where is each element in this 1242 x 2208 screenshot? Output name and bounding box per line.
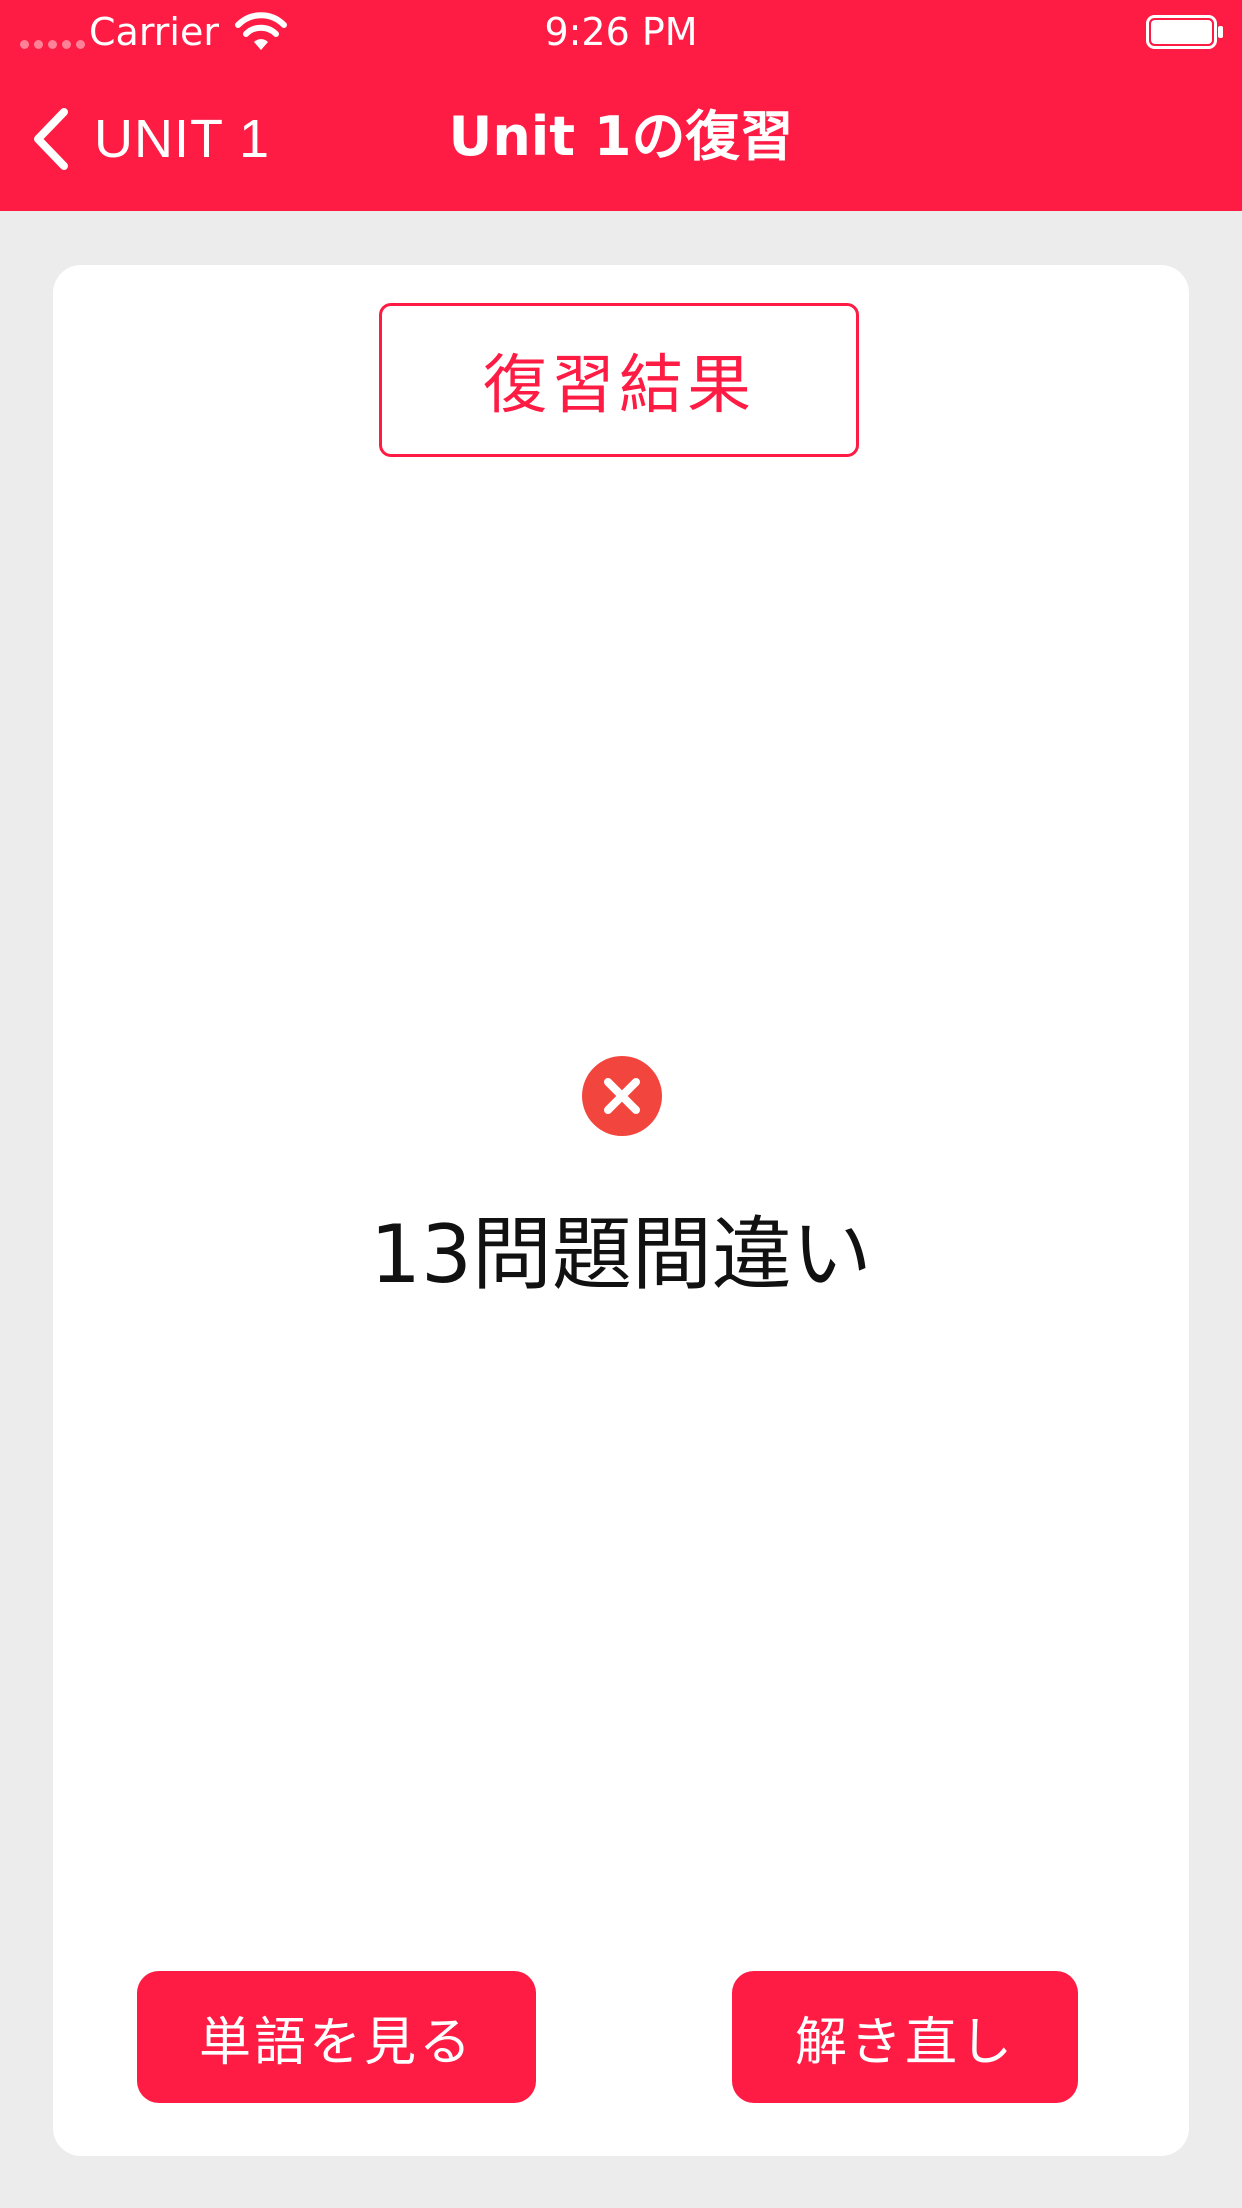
- result-heading: 復習結果: [379, 303, 859, 457]
- wrong-count-message: 13問題間違い: [370, 1208, 872, 1301]
- retry-button[interactable]: 解き直し: [732, 1971, 1078, 2103]
- error-x-icon: [582, 1056, 662, 1136]
- app-header: Carrier 9:26 PM UNIT 1 Unit 1の復習: [0, 0, 1242, 211]
- clock: 9:26 PM: [544, 10, 698, 54]
- battery-icon: [1146, 15, 1223, 49]
- view-words-button[interactable]: 単語を見る: [137, 1971, 536, 2103]
- status-bar: Carrier 9:26 PM: [0, 0, 1242, 64]
- page-title: Unit 1の復習: [448, 105, 794, 168]
- result-card: 復習結果 13問題間違い 単語を見る 解き直し: [53, 265, 1189, 2156]
